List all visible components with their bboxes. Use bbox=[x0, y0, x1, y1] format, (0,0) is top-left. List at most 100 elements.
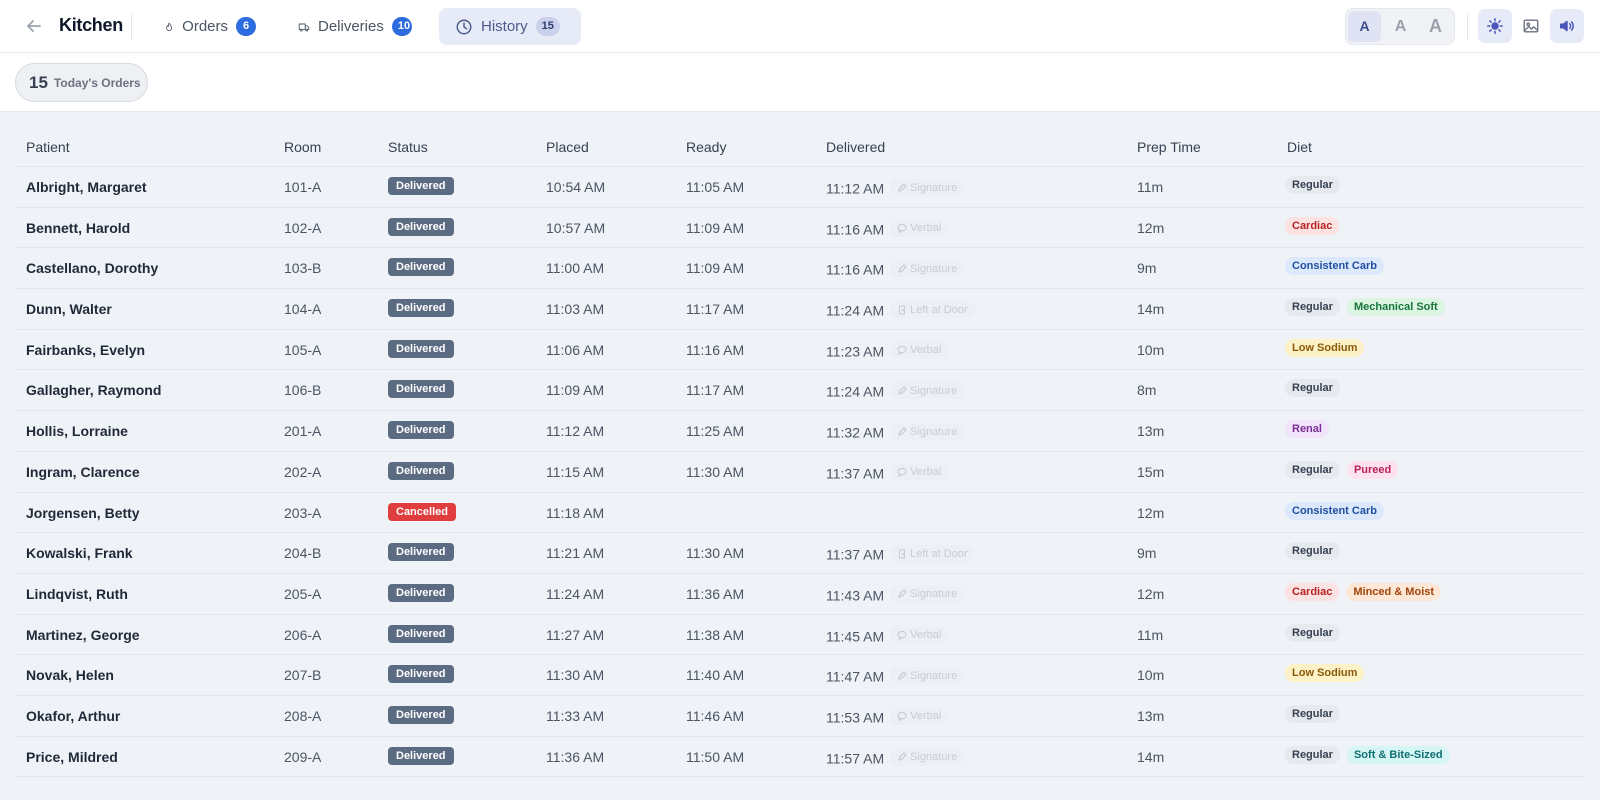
room-number: 205-A bbox=[284, 585, 322, 602]
table-row[interactable]: Dunn, Walter 104-A Delivered 11:03 AM 11:17 … bbox=[15, 289, 1585, 330]
delivery-method-badge: Verbal bbox=[890, 707, 949, 725]
diet-tag: Regular bbox=[1285, 704, 1340, 723]
prep-time: 14m bbox=[1137, 301, 1165, 318]
tab-label: Deliveries bbox=[317, 18, 384, 35]
table-row[interactable]: Fairbanks, Evelyn 105-A Delivered 11:06 AM 1… bbox=[15, 330, 1585, 371]
tab-history[interactable]: History 15 bbox=[439, 8, 581, 45]
prep-time: 8m bbox=[1137, 382, 1157, 399]
font-size-small-button[interactable]: A bbox=[1348, 11, 1381, 42]
table-row[interactable]: Castellano, Dorothy 103-B Delivered 11:00 A… bbox=[15, 248, 1585, 290]
delivered-time: 11:23 AM bbox=[826, 343, 885, 360]
delivery-method-badge: Verbal bbox=[890, 341, 949, 359]
ready-time: 11:17 AM bbox=[686, 301, 745, 318]
diet-tags: Renal bbox=[1285, 420, 1329, 439]
delivered-time: 11:57 AM bbox=[826, 750, 885, 767]
table-row[interactable]: Bennett, Harold 102-A Delivered 10:57 AM 11:… bbox=[15, 208, 1585, 249]
patient-name: Fairbanks, Evelyn bbox=[26, 341, 146, 358]
pen-icon bbox=[897, 670, 907, 681]
tab-label: Orders bbox=[182, 18, 228, 35]
delivered-cell: 11:24 AM Signature bbox=[826, 382, 965, 400]
pen-icon bbox=[897, 264, 907, 274]
diet-tags: Consistent Carb bbox=[1285, 257, 1384, 276]
tab-orders[interactable]: Orders 6 bbox=[148, 8, 272, 45]
table-row[interactable]: Lindqvist, Ruth 205-A Delivered 11:24 AM 11:… bbox=[15, 574, 1585, 615]
diet-tag: Regular bbox=[1285, 460, 1340, 479]
diet-tag: Minced & Moist bbox=[1346, 582, 1442, 601]
patient-name: Kowalski, Frank bbox=[26, 545, 133, 562]
ready-time: 11:36 AM bbox=[686, 585, 745, 602]
table-row[interactable]: Martinez, George 206-A Delivered 11:27 AM 11… bbox=[15, 615, 1585, 656]
room-number: 103-B bbox=[284, 260, 322, 277]
prep-time: 15m bbox=[1137, 463, 1165, 480]
diet-tag: Low Sodium bbox=[1285, 338, 1365, 357]
door-icon bbox=[897, 549, 907, 559]
table-row[interactable]: Albright, Margaret 101-A Delivered 10:54 AM… bbox=[15, 167, 1585, 208]
delivery-method-label: Signature bbox=[910, 588, 958, 601]
column-header-ready[interactable]: Ready bbox=[686, 139, 726, 155]
font-size-medium-button[interactable]: A bbox=[1384, 11, 1417, 42]
patient-name: Jorgensen, Betty bbox=[26, 504, 140, 521]
back-arrow-icon[interactable] bbox=[24, 16, 44, 36]
font-size-large-button[interactable]: A bbox=[1419, 11, 1452, 42]
sound-toggle-button[interactable] bbox=[1550, 9, 1584, 43]
table-row[interactable]: Novak, Helen 207-B Delivered 11:30 AM 11:40 … bbox=[15, 655, 1585, 696]
door-icon bbox=[897, 305, 907, 315]
delivered-time: 11:24 AM bbox=[826, 383, 885, 400]
status-badge: Delivered bbox=[388, 705, 454, 724]
room-number: 104-A bbox=[284, 301, 322, 318]
delivered-cell: 11:45 AM Verbal bbox=[826, 626, 949, 645]
table-row[interactable]: Hollis, Lorraine 201-A Delivered 11:12 AM 11… bbox=[15, 411, 1585, 452]
font-size-selector: A A A bbox=[1345, 8, 1455, 45]
top-bar: Kitchen Orders 6 Deliveries 10 History 1… bbox=[0, 0, 1600, 53]
table-row[interactable]: Gallagher, Raymond 106-B Delivered 11:09 AM… bbox=[15, 370, 1585, 412]
column-header-diet[interactable]: Diet bbox=[1287, 139, 1312, 155]
diet-tags: Regular Soft & Bite-Sized bbox=[1285, 745, 1450, 764]
status-badge: Delivered bbox=[388, 746, 454, 765]
table-row[interactable]: Jorgensen, Betty 203-A Cancelled 11:18 AM 12… bbox=[15, 493, 1585, 534]
delivered-time: 11:45 AM bbox=[826, 628, 885, 645]
delivery-method-label: Signature bbox=[910, 669, 958, 682]
patient-name: Albright, Margaret bbox=[26, 179, 147, 195]
order-count: 15 bbox=[29, 72, 48, 92]
image-toggle-button[interactable] bbox=[1514, 9, 1548, 43]
flame-icon bbox=[166, 22, 173, 31]
delivery-method-badge: Verbal bbox=[890, 463, 949, 481]
column-header-placed[interactable]: Placed bbox=[546, 139, 589, 155]
table-row[interactable]: Kowalski, Frank 204-B Delivered 11:21 AM 11:… bbox=[15, 533, 1585, 574]
column-header-room[interactable]: Room bbox=[284, 139, 321, 155]
patient-name: Martinez, George bbox=[26, 626, 140, 643]
prep-time: 12m bbox=[1137, 585, 1165, 602]
delivery-method-label: Signature bbox=[910, 262, 958, 275]
diet-tags: Cardiac bbox=[1285, 216, 1340, 235]
app-title: Kitchen bbox=[59, 15, 123, 35]
column-header-prep-time[interactable]: Prep Time bbox=[1137, 139, 1201, 155]
tab-deliveries[interactable]: Deliveries 10 bbox=[282, 8, 428, 45]
count-badge: 10 bbox=[391, 17, 412, 36]
status-badge: Delivered bbox=[388, 258, 454, 277]
diet-tag: Regular bbox=[1285, 542, 1340, 561]
light-theme-button[interactable] bbox=[1478, 9, 1512, 43]
diet-tag: Mechanical Soft bbox=[1346, 298, 1445, 317]
table-row[interactable]: Okafor, Arthur 208-A Delivered 11:33 AM 11:4… bbox=[15, 696, 1585, 737]
column-header-patient[interactable]: Patient bbox=[26, 139, 70, 155]
diet-tag: Low Sodium bbox=[1285, 664, 1365, 683]
speech-icon bbox=[897, 711, 907, 722]
delivery-method-badge: Verbal bbox=[890, 219, 949, 237]
column-header-delivered[interactable]: Delivered bbox=[826, 139, 885, 155]
tab-label: History bbox=[481, 18, 528, 35]
patient-name: Gallagher, Raymond bbox=[26, 382, 162, 399]
patient-name: Okafor, Arthur bbox=[26, 707, 121, 724]
delivered-cell: 11:16 AM Verbal bbox=[826, 219, 949, 237]
status-badge: Delivered bbox=[388, 543, 454, 562]
table-row[interactable]: Price, Mildred 209-A Delivered 11:36 AM 11:5… bbox=[15, 737, 1585, 778]
column-header-status[interactable]: Status bbox=[388, 139, 428, 155]
delivery-method-badge: Signature bbox=[890, 179, 965, 196]
delivered-time: 11:32 AM bbox=[826, 424, 885, 441]
delivered-cell: 11:53 AM Verbal bbox=[826, 707, 949, 725]
room-number: 102-A bbox=[284, 219, 322, 236]
patient-name: Hollis, Lorraine bbox=[26, 423, 128, 440]
room-number: 208-A bbox=[284, 707, 322, 724]
table-row[interactable]: Ingram, Clarence 202-A Delivered 11:15 AM 11… bbox=[15, 452, 1585, 493]
ready-time: 11:38 AM bbox=[686, 626, 745, 643]
room-number: 209-A bbox=[284, 748, 322, 765]
